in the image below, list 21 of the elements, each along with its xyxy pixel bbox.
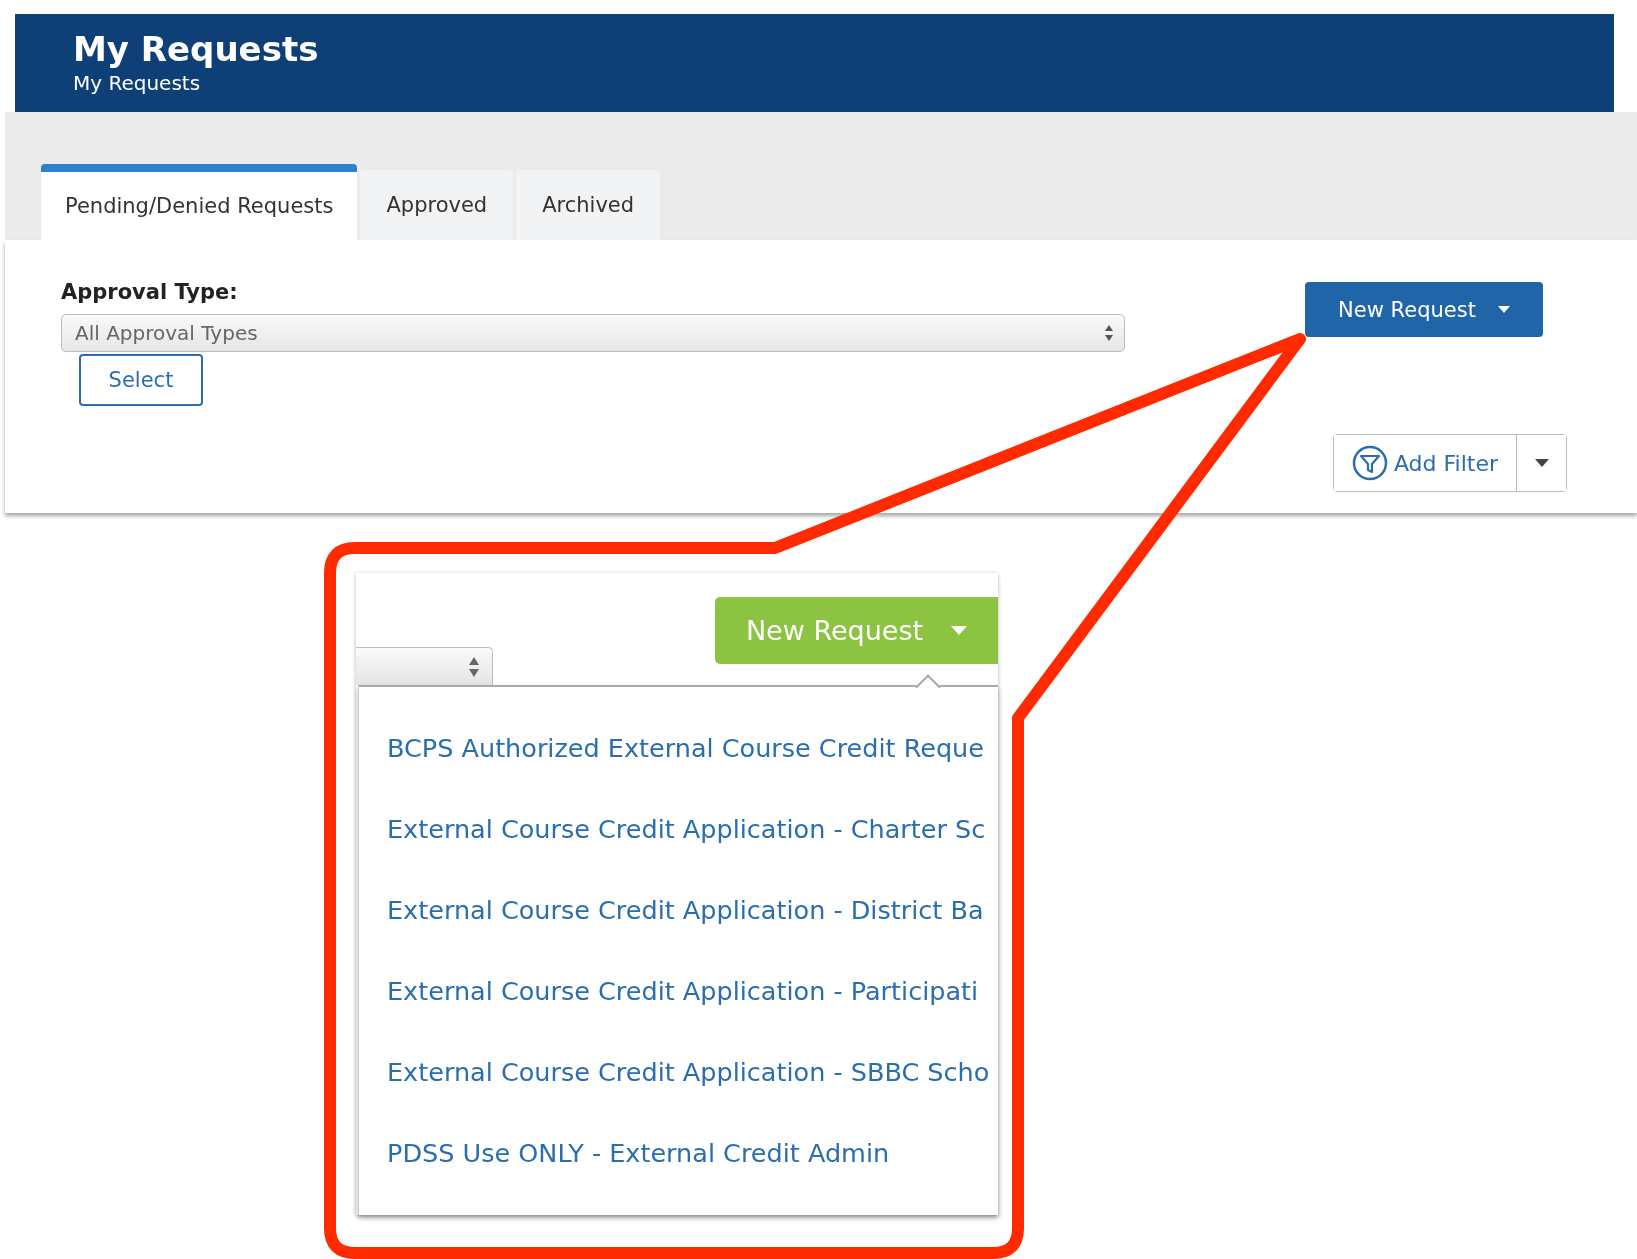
- approval-type-select[interactable]: All Approval Types: [61, 314, 1125, 352]
- updown-arrows-icon: [1104, 324, 1114, 342]
- page-title: My Requests: [73, 29, 320, 69]
- menu-item[interactable]: External Course Credit Application - Participati: [387, 976, 998, 1007]
- caret-icon: [951, 626, 968, 635]
- tab[interactable]: Pending/Denied Requests: [41, 164, 358, 240]
- add-filter-button[interactable]: Add Filter: [1333, 435, 1517, 491]
- funnel-icon: [1351, 445, 1388, 481]
- menu-item[interactable]: External Course Credit Application - Charter Sc: [387, 814, 998, 845]
- menu-item[interactable]: External Course Credit Application - SBBC Scho: [387, 1057, 998, 1088]
- field-label: Approval Type:: [61, 280, 238, 304]
- select-button[interactable]: Select: [79, 354, 203, 406]
- tab[interactable]: Archived: [516, 170, 661, 240]
- caret-icon: [1534, 459, 1549, 467]
- menu-item[interactable]: BCPS Authorized External Course Credit Reque: [387, 733, 998, 764]
- tab[interactable]: Approved: [360, 170, 514, 240]
- menu-item[interactable]: PDSS Use ONLY - External Credit Admin: [387, 1138, 998, 1169]
- breadcrumb: My Requests: [73, 70, 202, 97]
- menu-item[interactable]: External Course Credit Application - District Ba: [387, 895, 998, 926]
- caret-icon: [1497, 306, 1510, 313]
- new-request-button[interactable]: New Request: [1305, 282, 1543, 337]
